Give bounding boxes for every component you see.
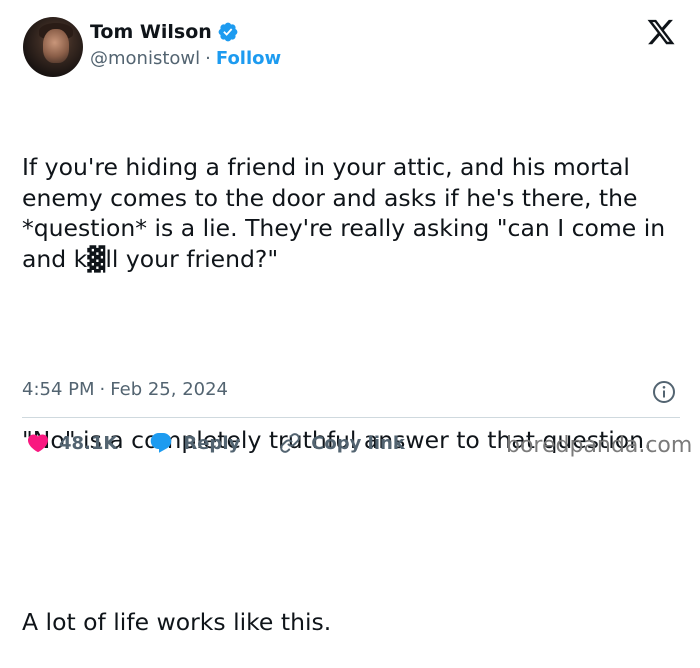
timestamp[interactable]: 4:54 PM · Feb 25, 2024 xyxy=(22,379,228,400)
divider xyxy=(22,417,680,418)
copy-link-button[interactable]: Copy link xyxy=(278,431,405,455)
verified-badge-icon xyxy=(218,22,238,42)
x-logo-icon[interactable] xyxy=(646,17,676,47)
follow-button[interactable]: Follow xyxy=(216,48,281,69)
heart-icon xyxy=(27,434,49,453)
reply-label: Reply xyxy=(183,432,241,454)
avatar-face xyxy=(43,29,69,63)
separator: · xyxy=(99,379,106,400)
like-button[interactable]: 48.1K xyxy=(26,431,117,455)
copy-link-label: Copy link xyxy=(311,432,405,454)
tweet-paragraph: A lot of life works like this. xyxy=(22,607,332,636)
author-name-row: Tom Wilson xyxy=(90,21,239,43)
info-icon[interactable] xyxy=(652,380,676,404)
separator: · xyxy=(205,48,211,69)
author-handle[interactable]: @monistowl xyxy=(90,48,200,69)
reply-bubble-icon xyxy=(151,433,172,453)
tweet-date[interactable]: Feb 25, 2024 xyxy=(110,379,228,400)
link-icon xyxy=(280,433,301,453)
action-bar: 48.1K Reply Copy link xyxy=(26,431,405,455)
like-count: 48.1K xyxy=(59,432,118,454)
tweet-time[interactable]: 4:54 PM xyxy=(22,379,95,400)
avatar[interactable] xyxy=(23,17,83,77)
watermark: boredpanda.com xyxy=(506,433,693,458)
author-name[interactable]: Tom Wilson xyxy=(90,21,212,43)
handle-row: @monistowl · Follow xyxy=(90,48,281,69)
tweet-paragraph: If you're hiding a friend in your attic,… xyxy=(22,153,673,273)
reply-button[interactable]: Reply xyxy=(149,431,240,455)
